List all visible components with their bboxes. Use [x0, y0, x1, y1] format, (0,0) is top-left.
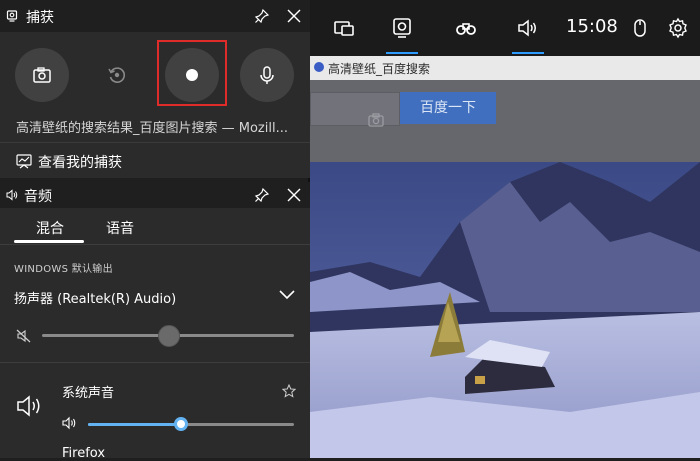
system-sounds-volume-fill [88, 423, 181, 426]
master-volume-thumb[interactable] [158, 325, 180, 347]
close-icon[interactable] [286, 187, 302, 203]
record-last-icon [108, 67, 126, 83]
pin-icon[interactable] [254, 187, 270, 203]
firefox-app-label: Firefox [62, 446, 106, 461]
clock: 15:08 [566, 16, 618, 37]
camera-icon [33, 67, 51, 83]
capture-widget-active-indicator [386, 52, 418, 54]
looking-for-group-icon[interactable] [454, 16, 478, 40]
capture-widget: 捕获 高清壁纸的搜索结果_百度图片搜索 — Mozill... 查看我的捕获 [0, 0, 310, 178]
star-icon[interactable] [282, 384, 296, 398]
gallery-icon [16, 154, 32, 169]
muted-speaker-icon[interactable] [16, 328, 32, 344]
capture-widget-title: 捕获 [26, 10, 54, 26]
show-all-captures-label: 查看我的捕获 [38, 155, 122, 171]
audio-widget-header[interactable]: 音频 [0, 182, 310, 208]
tab-mix[interactable]: 混合 [36, 218, 64, 238]
speaker-header-icon [6, 189, 18, 201]
audio-widget-icon[interactable] [516, 16, 540, 40]
capture-widget-header[interactable]: 捕获 [0, 0, 310, 32]
show-all-captures-link[interactable]: 查看我的捕获 [0, 142, 310, 179]
microphone-button[interactable] [240, 48, 294, 102]
default-output-label: WINDOWS 默认输出 [14, 264, 113, 275]
system-sounds-label: 系统声音 [62, 386, 115, 401]
audio-widget-title: 音频 [24, 189, 52, 205]
capture-widget-icon[interactable] [390, 16, 414, 40]
browser-page: 百度一下 [310, 80, 700, 162]
system-sounds-icon [17, 395, 40, 417]
mouse-icon[interactable] [628, 16, 652, 40]
screenshot-button[interactable] [15, 48, 69, 102]
audio-widget: 音频 混合 语音 WINDOWS 默认输出 扬声器 (Realtek(R) Au… [0, 182, 310, 461]
tab-divider [0, 244, 310, 245]
close-icon[interactable] [286, 8, 302, 24]
widget-menu-icon[interactable] [332, 16, 356, 40]
browser-tab-title: 高清壁纸_百度搜索 [328, 62, 431, 76]
wallpaper-image [310, 162, 700, 458]
camera-search-icon[interactable] [367, 111, 385, 129]
background-browser: 高清壁纸_百度搜索 百度一下 [310, 0, 700, 458]
captured-window-title: 高清壁纸的搜索结果_百度图片搜索 — Mozill... [16, 121, 288, 136]
tab-mix-active-indicator [14, 240, 84, 243]
section-divider [0, 362, 310, 363]
pin-icon[interactable] [254, 8, 270, 24]
capture-header-icon [6, 10, 18, 22]
microphone-icon [260, 66, 274, 84]
record-highlight-box [157, 40, 227, 106]
small-speaker-icon[interactable] [62, 416, 78, 430]
system-sounds-volume-thumb[interactable] [173, 417, 188, 431]
chevron-down-icon[interactable] [278, 288, 296, 302]
audio-widget-active-indicator [512, 52, 544, 54]
settings-gear-icon[interactable] [666, 16, 690, 40]
baidu-search-button[interactable]: 百度一下 [400, 92, 496, 124]
record-last-30s-button[interactable] [90, 48, 144, 102]
baidu-favicon-icon [314, 62, 324, 72]
game-bar-topbar: 15:08 [310, 0, 700, 56]
output-device-name: 扬声器 (Realtek(R) Audio) [14, 292, 177, 307]
browser-tab[interactable]: 高清壁纸_百度搜索 [310, 56, 700, 80]
search-input[interactable] [310, 92, 400, 129]
tab-voice[interactable]: 语音 [106, 218, 134, 238]
